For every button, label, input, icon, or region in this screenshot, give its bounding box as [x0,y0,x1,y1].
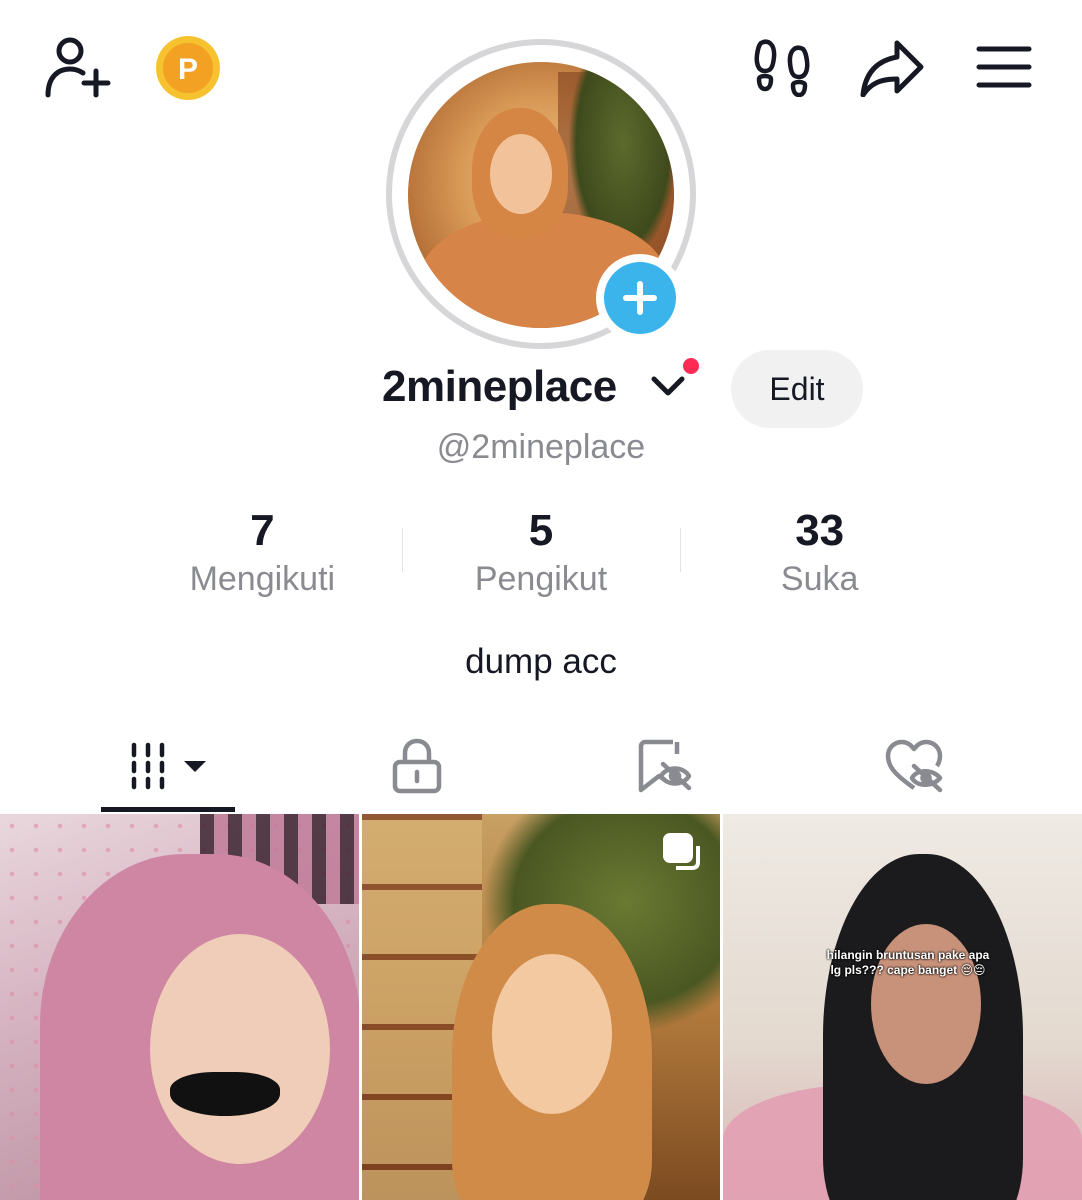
stat-following[interactable]: 7 Mengikuti [123,505,402,605]
heart-hidden-icon [885,739,943,793]
content-tabs [0,718,1082,814]
stat-value: 5 [528,506,554,555]
video-caption-overlay: hilangin bruntusan pake apa lg pls??? ca… [826,948,990,977]
edit-profile-button[interactable]: Edit [731,350,863,428]
video-thumbnail[interactable] [0,814,359,1200]
username-handle: @2mineplace [436,428,646,466]
points-coin-button[interactable]: P [155,35,221,101]
stat-divider [680,528,681,572]
video-thumbnail[interactable]: hilangin bruntusan pake apa lg pls??? ca… [723,814,1082,1200]
hamburger-menu-icon [976,46,1032,88]
active-tab-indicator [101,807,235,812]
menu-button[interactable] [976,44,1032,90]
tab-saved[interactable] [625,718,705,814]
svg-text:P: P [178,53,198,86]
profile-visitors-button[interactable] [752,36,812,98]
stat-likes[interactable]: 33 Suka [680,505,959,605]
share-arrow-icon [860,40,924,97]
grid-icon [131,742,206,790]
video-grid: hilangin bruntusan pake apa lg pls??? ca… [0,814,1082,1200]
stat-label: Mengikuti [189,560,336,598]
multi-photo-icon [663,833,700,870]
stat-value: 7 [250,506,275,555]
stat-followers[interactable]: 5 Pengikut [402,505,681,605]
mustache-filter [170,1072,280,1116]
coin-icon: P [156,36,220,100]
stat-value: 33 [795,506,845,555]
profile-bio: dump acc [465,642,617,681]
person-plus-icon [45,37,111,98]
stat-label: Pengikut [474,560,608,598]
stat-divider [402,528,403,572]
lock-icon [392,738,442,794]
video-thumbnail[interactable] [362,814,720,1200]
chevron-down-icon[interactable] [650,374,686,398]
add-friend-button[interactable] [40,34,114,100]
display-name[interactable]: 2mineplace [382,362,617,412]
share-profile-button[interactable] [858,38,926,98]
bookmark-hidden-icon [638,739,692,793]
tab-private[interactable] [377,718,457,814]
add-story-button[interactable] [596,254,684,342]
tab-liked[interactable] [874,718,954,814]
notification-dot [681,356,701,376]
name-row: 2mineplace [0,358,1082,422]
footprints-icon [754,39,810,97]
stat-label: Suka [780,560,859,598]
tab-videos[interactable] [101,718,235,814]
plus-icon [623,281,657,315]
profile-stats: 7 Mengikuti 5 Pengikut 33 Suka [123,505,959,605]
